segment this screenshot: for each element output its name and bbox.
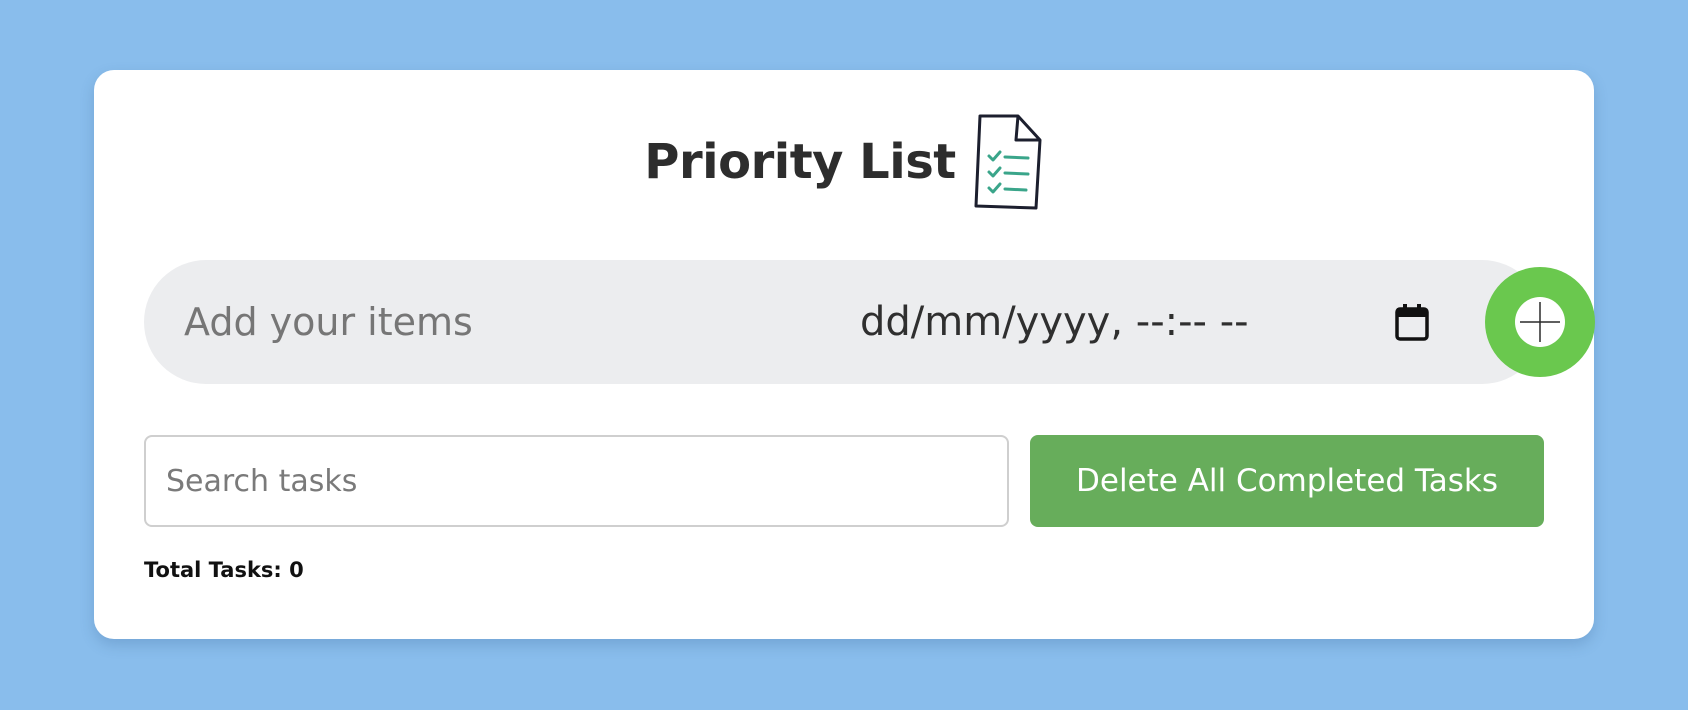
add-item-input[interactable] — [184, 260, 744, 384]
calendar-icon[interactable] — [1394, 302, 1430, 342]
page-title: Priority List — [644, 134, 956, 190]
delete-completed-button[interactable]: Delete All Completed Tasks — [1030, 435, 1544, 527]
add-button-circle — [1515, 297, 1565, 347]
datetime-input[interactable]: dd/mm/yyyy, --:-- -- — [860, 260, 1249, 384]
plus-icon — [1520, 302, 1560, 342]
add-item-bar: dd/mm/yyyy, --:-- -- — [144, 260, 1595, 384]
total-tasks-count: Total Tasks: 0 — [144, 558, 304, 582]
todo-card: Priority List dd/mm/yyyy, --:-- -- — [94, 70, 1595, 639]
search-input[interactable] — [144, 435, 1009, 527]
add-item-button[interactable] — [1485, 267, 1595, 377]
document-checklist-icon — [974, 114, 1042, 210]
header: Priority List — [94, 112, 1594, 212]
